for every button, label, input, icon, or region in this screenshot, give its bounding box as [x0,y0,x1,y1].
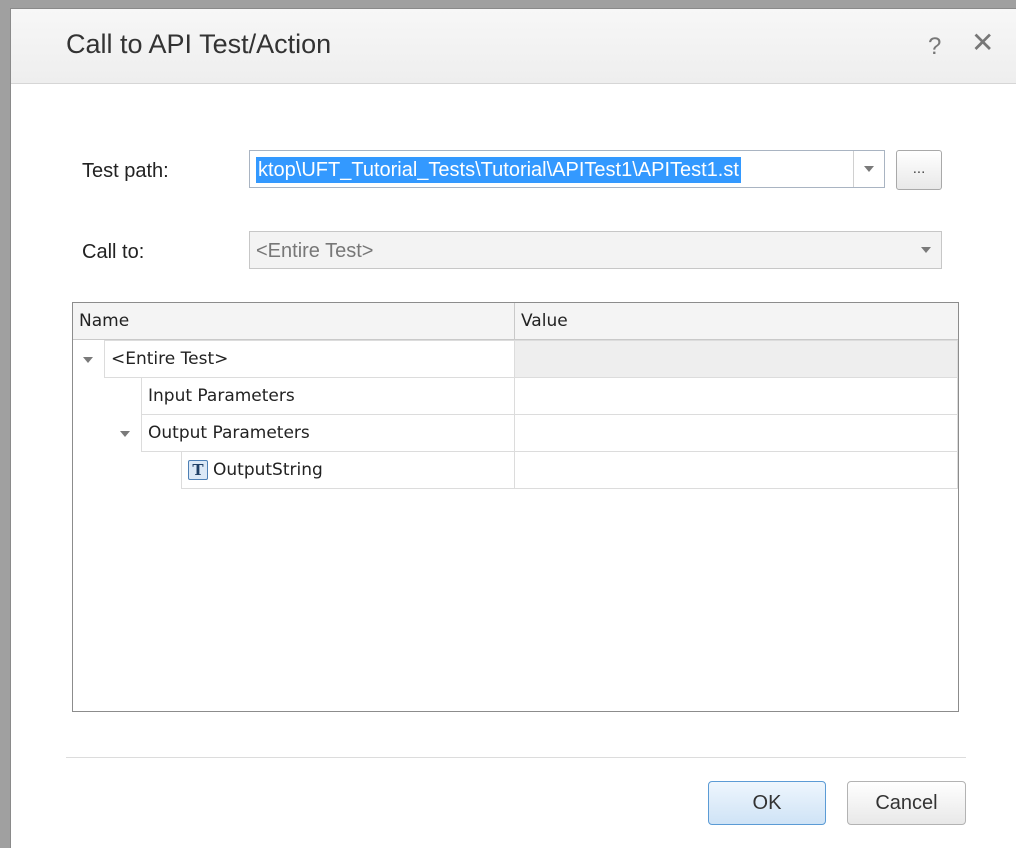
call-to-combobox[interactable]: <Entire Test> [249,231,942,269]
close-icon[interactable]: ✕ [971,29,994,57]
row-name-cell[interactable]: Input Parameters [141,377,515,415]
help-icon[interactable]: ? [928,33,941,61]
row-name-cell[interactable]: <Entire Test> [104,340,515,378]
text-parameter-icon: T [188,460,208,480]
dialog-titlebar: Call to API Test/Action ? ✕ [11,9,1016,84]
grid-row-input-parameters[interactable]: Input Parameters [73,377,958,415]
call-to-value: <Entire Test> [256,240,374,262]
row-value-cell[interactable] [514,340,958,378]
grid-row-outputstring[interactable]: T OutputString [73,451,958,489]
column-header-name[interactable]: Name [73,303,514,339]
footer-divider [66,757,966,758]
row-value-cell[interactable] [514,414,958,452]
parameters-grid: Name Value <Entire Test> Input Parameter… [72,302,959,712]
expand-arrow-icon[interactable] [120,431,130,437]
expand-arrow-icon[interactable] [83,357,93,363]
row-name-text: OutputString [213,460,323,480]
test-path-value[interactable]: ktop\UFT_Tutorial_Tests\Tutorial\APITest… [256,157,741,183]
test-path-dropdown-arrow[interactable] [853,151,884,187]
test-path-label: Test path: [82,160,169,182]
call-to-dropdown-arrow[interactable] [911,232,941,268]
call-to-api-test-dialog: Call to API Test/Action ? ✕ Test path: k… [10,8,1016,848]
grid-header: Name Value [73,303,958,340]
dialog-title: Call to API Test/Action [66,29,332,59]
browse-button[interactable]: ... [896,150,942,190]
row-name-cell[interactable]: T OutputString [181,451,515,489]
chevron-down-icon [921,247,931,253]
chevron-down-icon [864,166,874,172]
row-value-cell[interactable] [514,377,958,415]
test-path-combobox[interactable]: ktop\UFT_Tutorial_Tests\Tutorial\APITest… [249,150,885,188]
cancel-button[interactable]: Cancel [847,781,966,825]
row-name-cell[interactable]: Output Parameters [141,414,515,452]
grid-row-output-parameters[interactable]: Output Parameters [73,414,958,452]
grid-row-entire-test[interactable]: <Entire Test> [73,340,958,378]
column-header-value[interactable]: Value [514,303,958,339]
ok-button[interactable]: OK [708,781,826,825]
call-to-label: Call to: [82,241,145,263]
row-value-cell[interactable] [514,451,958,489]
